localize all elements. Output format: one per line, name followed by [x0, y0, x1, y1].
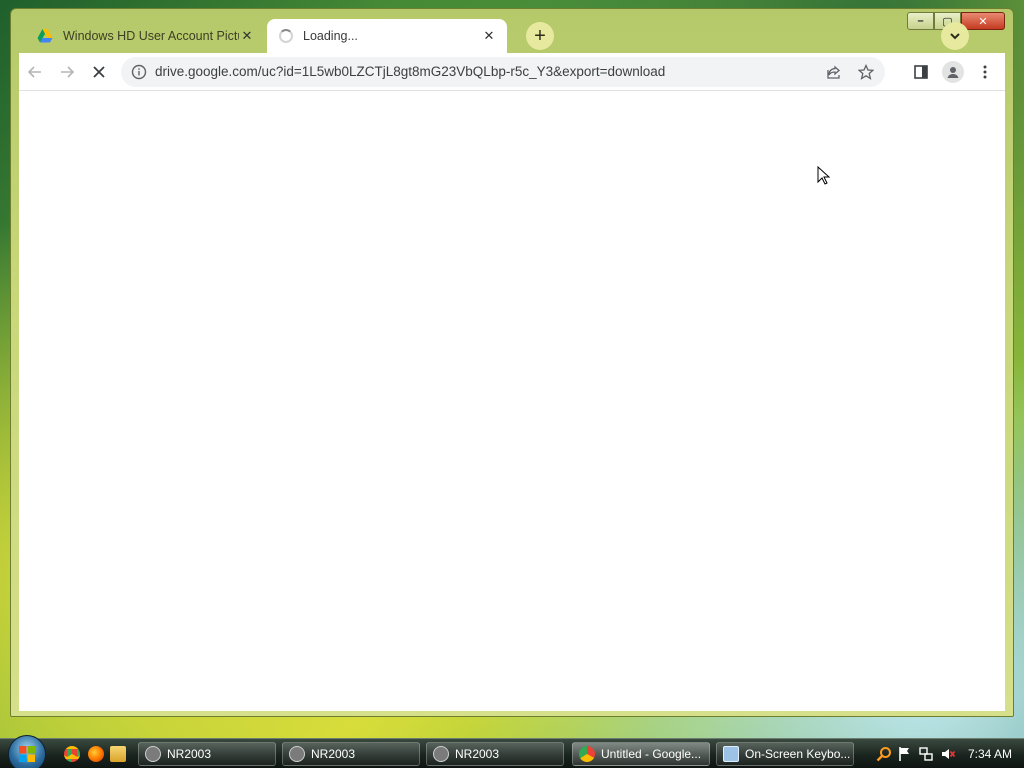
tab-title: Windows HD User Account Pictu: [63, 29, 239, 43]
chrome-icon[interactable]: [64, 746, 80, 762]
taskbar-item-nr2003-1[interactable]: NR2003: [138, 742, 276, 766]
nr2003-icon: [433, 746, 449, 762]
chevron-down-icon: [950, 33, 960, 40]
bookmark-button[interactable]: [855, 61, 877, 83]
back-icon: [27, 65, 41, 78]
taskbar-item-nr2003-2[interactable]: NR2003: [282, 742, 420, 766]
chrome-icon: [579, 746, 595, 762]
folder-icon[interactable]: [110, 746, 126, 762]
browser-window: – ▢ ✕ Windows HD User Account Pictu ✕ Lo…: [10, 8, 1014, 717]
tab-close-icon[interactable]: ✕: [481, 28, 497, 44]
loading-spinner-icon: [279, 29, 293, 43]
volume-muted-icon[interactable]: [940, 746, 956, 762]
search-icon[interactable]: [876, 746, 892, 762]
stop-icon: [93, 65, 105, 78]
forward-icon: [61, 65, 75, 78]
tab-windows-hd-user-account[interactable]: Windows HD User Account Pictu ✕: [25, 19, 265, 53]
page-content: [19, 91, 1005, 711]
share-button[interactable]: [823, 61, 845, 83]
new-tab-button[interactable]: +: [526, 22, 554, 50]
share-icon: [827, 65, 840, 79]
taskbar-item-label: NR2003: [455, 747, 500, 761]
mouse-pointer-icon: [817, 166, 831, 185]
taskbar-item-label: On-Screen Keybo...: [745, 747, 851, 761]
system-tray: 7:34 AM: [868, 739, 1024, 768]
side-panel-icon: [914, 64, 928, 79]
menu-icon: [983, 65, 987, 78]
stop-button[interactable]: [83, 56, 115, 88]
site-info-icon[interactable]: [131, 64, 147, 80]
windows-logo-icon: [19, 746, 35, 762]
url-text[interactable]: drive.google.com/uc?id=1L5wb0LZCTjL8gt8m…: [155, 64, 813, 79]
google-drive-icon: [37, 29, 53, 43]
bookmark-star-icon: [858, 63, 874, 80]
tab-title: Loading...: [303, 29, 358, 43]
back-button[interactable]: [19, 56, 51, 88]
taskbar-item-chrome[interactable]: Untitled - Google...: [572, 742, 710, 766]
nr2003-icon: [289, 746, 305, 762]
flag-icon[interactable]: [898, 746, 912, 762]
tab-loading[interactable]: Loading... ✕: [267, 19, 507, 53]
profile-button[interactable]: [937, 56, 969, 88]
taskbar-item-label: Untitled - Google...: [601, 747, 702, 761]
browser-toolbar: drive.google.com/uc?id=1L5wb0LZCTjL8gt8m…: [19, 53, 1005, 91]
address-bar[interactable]: drive.google.com/uc?id=1L5wb0LZCTjL8gt8m…: [121, 56, 885, 87]
taskbar: NR2003 NR2003 NR2003 Untitled - Google..…: [0, 735, 1024, 768]
nr2003-icon: [145, 746, 161, 762]
taskbar-item-on-screen-keyboard[interactable]: On-Screen Keybo...: [716, 742, 854, 766]
start-button[interactable]: [8, 735, 46, 768]
forward-button[interactable]: [51, 56, 83, 88]
side-panel-button[interactable]: [905, 56, 937, 88]
keyboard-icon: [723, 746, 739, 762]
tab-search-button[interactable]: [941, 22, 969, 50]
tab-strip: Windows HD User Account Pictu ✕ Loading.…: [25, 19, 985, 53]
menu-button[interactable]: [969, 56, 1001, 88]
tab-close-icon[interactable]: ✕: [239, 28, 255, 44]
taskbar-item-label: NR2003: [311, 747, 356, 761]
network-icon[interactable]: [918, 746, 934, 762]
taskbar-item-nr2003-3[interactable]: NR2003: [426, 742, 564, 766]
clock[interactable]: 7:34 AM: [968, 747, 1012, 761]
taskbar-item-label: NR2003: [167, 747, 212, 761]
profile-icon: [942, 60, 964, 83]
firefox-icon[interactable]: [88, 746, 104, 762]
